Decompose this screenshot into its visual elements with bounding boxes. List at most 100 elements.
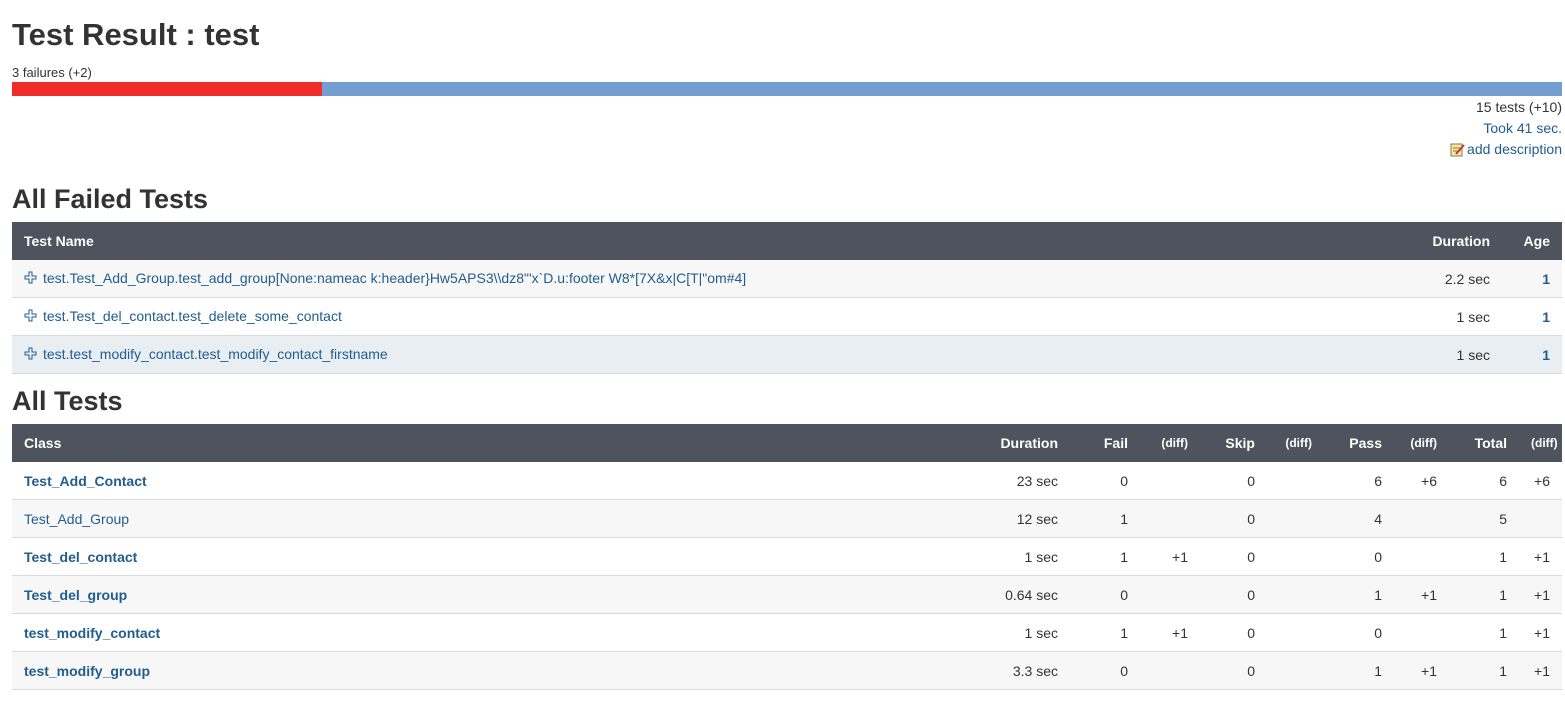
failed-test-duration: 1 sec: [1415, 297, 1502, 336]
failed-test-link[interactable]: test.test_modify_contact.test_modify_con…: [43, 346, 388, 362]
cell-pass: 6: [1324, 462, 1394, 500]
notepad-edit-icon: [1450, 142, 1465, 157]
cell-pass-diff: [1394, 537, 1449, 576]
plus-expand-icon[interactable]: [24, 309, 37, 325]
age-link[interactable]: 1: [1542, 309, 1550, 325]
failed-test-name-cell: test.Test_del_contact.test_delete_some_c…: [12, 297, 1415, 336]
cell-fail: 0: [1070, 651, 1140, 690]
cell-total: 5: [1449, 499, 1519, 538]
class-name-cell: Test_Add_Group: [12, 499, 942, 538]
cell-duration: 1 sec: [942, 613, 1070, 652]
add-description-label: add description: [1467, 141, 1562, 157]
column-header-fail-diff[interactable]: (diff): [1140, 424, 1200, 462]
plus-expand-icon[interactable]: [24, 347, 37, 363]
cell-fail: 1: [1070, 499, 1140, 538]
class-name-cell: Test_del_group: [12, 575, 942, 614]
cell-pass-diff: +1: [1394, 575, 1449, 614]
cell-fail-diff: [1140, 575, 1200, 614]
cell-skip-diff: [1267, 499, 1324, 538]
cell-duration: 23 sec: [942, 462, 1070, 500]
tests-count: 15 tests (+10): [1476, 99, 1562, 115]
cell-fail-diff: +1: [1140, 613, 1200, 652]
failed-test-row: test.test_modify_contact.test_modify_con…: [12, 335, 1562, 374]
cell-skip: 0: [1200, 462, 1267, 500]
cell-fail: 0: [1070, 575, 1140, 614]
class-row: test_modify_group 3.3 sec 0 0 1 +1 1 +1: [12, 651, 1562, 690]
progress-pass-segment: [322, 82, 1562, 96]
class-link[interactable]: Test_del_group: [24, 587, 127, 603]
cell-total: 1: [1449, 651, 1519, 690]
age-link[interactable]: 1: [1542, 347, 1550, 363]
add-description-link[interactable]: add description: [1450, 141, 1562, 157]
failed-tests-header-row: Test Name Duration Age: [12, 222, 1562, 260]
column-header-total[interactable]: Total: [1449, 424, 1519, 462]
cell-total-diff: +1: [1519, 537, 1562, 576]
failed-test-link[interactable]: test.Test_del_contact.test_delete_some_c…: [43, 308, 342, 324]
class-link[interactable]: Test_del_contact: [24, 549, 137, 565]
cell-fail-diff: [1140, 651, 1200, 690]
cell-fail-diff: +1: [1140, 537, 1200, 576]
cell-pass-diff: +1: [1394, 651, 1449, 690]
class-link[interactable]: Test_Add_Contact: [24, 473, 147, 489]
failed-test-age: 1: [1502, 335, 1562, 374]
class-link[interactable]: test_modify_group: [24, 663, 150, 679]
failed-test-duration: 2.2 sec: [1415, 260, 1502, 298]
column-header-fail[interactable]: Fail: [1070, 424, 1140, 462]
column-header-skip[interactable]: Skip: [1200, 424, 1267, 462]
column-header-pass[interactable]: Pass: [1324, 424, 1394, 462]
failed-test-row: test.Test_Add_Group.test_add_group[None:…: [12, 260, 1562, 298]
plus-expand-icon[interactable]: [24, 271, 37, 287]
cell-skip-diff: [1267, 537, 1324, 576]
class-name-cell: Test_Add_Contact: [12, 462, 942, 500]
class-row: test_modify_contact 1 sec 1 +1 0 0 1 +1: [12, 613, 1562, 652]
cell-duration: 12 sec: [942, 499, 1070, 538]
class-row: Test_del_contact 1 sec 1 +1 0 0 1 +1: [12, 537, 1562, 576]
cell-duration: 0.64 sec: [942, 575, 1070, 614]
cell-fail: 1: [1070, 613, 1140, 652]
failed-tests-heading: All Failed Tests: [12, 184, 209, 214]
took-link[interactable]: Took 41 sec.: [1483, 120, 1562, 136]
cell-pass-diff: [1394, 499, 1449, 538]
class-name-cell: test_modify_group: [12, 651, 942, 690]
column-header-pass-diff[interactable]: (diff): [1394, 424, 1449, 462]
column-header-skip-diff[interactable]: (diff): [1267, 424, 1324, 462]
cell-fail-diff: [1140, 499, 1200, 538]
failed-test-age: 1: [1502, 297, 1562, 336]
cell-skip: 0: [1200, 651, 1267, 690]
failed-test-name-cell: test.test_modify_contact.test_modify_con…: [12, 335, 1415, 374]
cell-pass-diff: +6: [1394, 462, 1449, 500]
failure-summary: 3 failures (+2): [12, 65, 92, 80]
cell-fail: 0: [1070, 462, 1140, 500]
progress-fail-segment: [12, 82, 322, 96]
column-header-test-name[interactable]: Test Name: [12, 222, 1415, 260]
cell-duration: 1 sec: [942, 537, 1070, 576]
cell-total-diff: [1519, 499, 1562, 538]
cell-skip: 0: [1200, 499, 1267, 538]
failed-test-link[interactable]: test.Test_Add_Group.test_add_group[None:…: [43, 270, 746, 286]
column-header-duration[interactable]: Duration: [942, 424, 1070, 462]
column-header-total-diff[interactable]: (diff): [1519, 424, 1562, 462]
age-link[interactable]: 1: [1542, 271, 1550, 287]
failed-test-duration: 1 sec: [1415, 335, 1502, 374]
cell-fail: 1: [1070, 537, 1140, 576]
cell-skip-diff: [1267, 462, 1324, 500]
column-header-duration[interactable]: Duration: [1415, 222, 1502, 260]
cell-skip: 0: [1200, 575, 1267, 614]
cell-total: 1: [1449, 537, 1519, 576]
cell-skip-diff: [1267, 575, 1324, 614]
class-name-cell: test_modify_contact: [12, 613, 942, 652]
cell-skip-diff: [1267, 651, 1324, 690]
test-progress-bar: [12, 82, 1562, 96]
cell-total-diff: +1: [1519, 575, 1562, 614]
cell-pass: 1: [1324, 651, 1394, 690]
column-header-class[interactable]: Class: [12, 424, 942, 462]
cell-total: 1: [1449, 575, 1519, 614]
column-header-age[interactable]: Age: [1502, 222, 1562, 260]
cell-fail-diff: [1140, 462, 1200, 500]
cell-total: 6: [1449, 462, 1519, 500]
class-name-cell: Test_del_contact: [12, 537, 942, 576]
class-link[interactable]: Test_Add_Group: [24, 511, 129, 527]
cell-pass: 0: [1324, 537, 1394, 576]
class-link[interactable]: test_modify_contact: [24, 625, 160, 641]
cell-skip-diff: [1267, 613, 1324, 652]
